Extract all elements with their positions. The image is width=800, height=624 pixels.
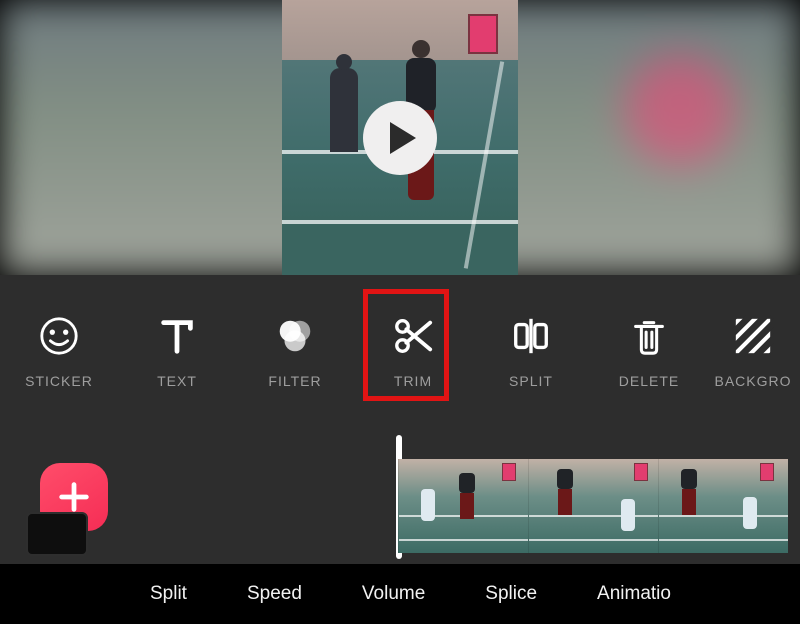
- tool-label: BACKGRO: [714, 373, 791, 389]
- clip-thumb[interactable]: [398, 459, 528, 553]
- tool-filter[interactable]: FILTER: [236, 315, 354, 389]
- trash-icon: [628, 315, 670, 357]
- tool-delete[interactable]: DELETE: [590, 315, 708, 389]
- bottom-splice[interactable]: Splice: [485, 583, 537, 605]
- scissors-icon: [392, 315, 434, 357]
- tool-trim[interactable]: TRIM: [354, 315, 472, 389]
- filter-icon: [274, 315, 316, 357]
- bottom-split[interactable]: Split: [150, 583, 187, 605]
- clip-thumb[interactable]: [528, 459, 658, 553]
- clip-thumbnails[interactable]: [398, 459, 788, 553]
- tool-label: TEXT: [157, 373, 197, 389]
- tool-text[interactable]: TEXT: [118, 315, 236, 389]
- tool-sticker[interactable]: STICKER: [0, 315, 118, 389]
- smiley-icon: [38, 315, 80, 357]
- text-icon: [156, 315, 198, 357]
- stripes-icon: [732, 315, 774, 357]
- bottom-animation[interactable]: Animatio: [597, 583, 671, 605]
- plus-icon: [55, 478, 93, 516]
- bottom-bar: Split Speed Volume Splice Animatio: [0, 564, 800, 624]
- bottom-volume[interactable]: Volume: [362, 583, 425, 605]
- clip-thumb[interactable]: [658, 459, 788, 553]
- mini-preview: [26, 512, 88, 556]
- tool-label: TRIM: [394, 373, 432, 389]
- play-button[interactable]: [363, 101, 437, 175]
- play-icon: [390, 122, 416, 154]
- tool-split[interactable]: SPLIT: [472, 315, 590, 389]
- tool-label: FILTER: [268, 373, 321, 389]
- tool-background[interactable]: BACKGRO: [708, 315, 798, 389]
- tool-toolbar: STICKER TEXT FILTER TRIM SPLIT DELETE BA…: [0, 275, 800, 429]
- split-icon: [510, 315, 552, 357]
- tool-label: SPLIT: [509, 373, 553, 389]
- tool-label: STICKER: [25, 373, 93, 389]
- bottom-speed[interactable]: Speed: [247, 583, 302, 605]
- timeline: [0, 429, 800, 564]
- tool-label: DELETE: [619, 373, 679, 389]
- video-preview: [0, 0, 800, 275]
